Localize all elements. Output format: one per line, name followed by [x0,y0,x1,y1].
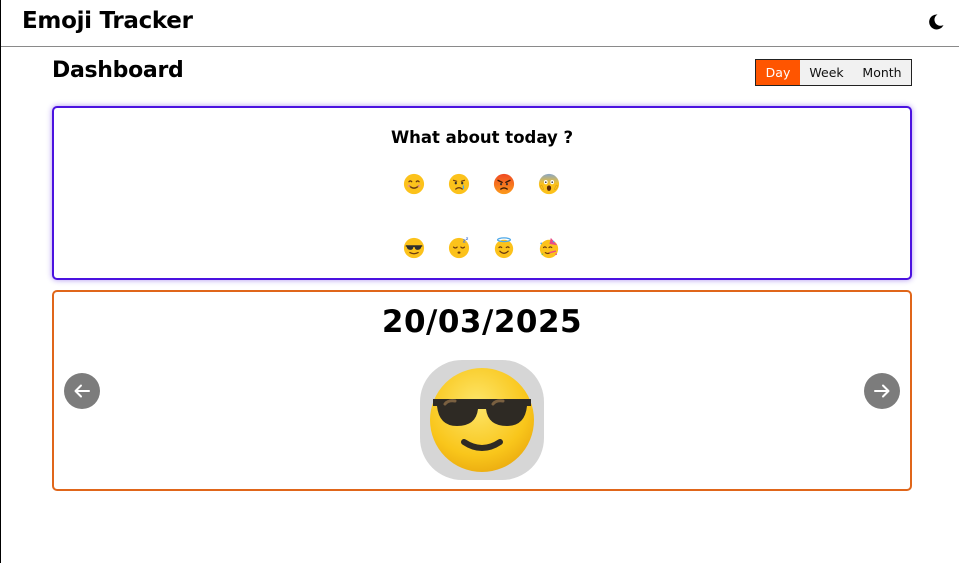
angry-face-icon [493,173,515,195]
svg-text:z: z [466,237,469,241]
sunglasses-face-icon [430,368,534,472]
period-day-button[interactable]: Day [756,60,800,85]
halo-face-icon [494,237,514,259]
emoji-grid: z z [399,165,579,275]
emoji-option-party[interactable] [534,233,564,263]
mood-picker-card: What about today ? z z [52,106,912,280]
party-face-icon [539,237,559,259]
app-root: Emoji Tracker Dashboard Day Week Month W… [0,0,959,563]
period-switcher: Day Week Month [755,59,912,86]
smiling-face-icon [403,173,425,195]
page-title: Dashboard [52,58,184,83]
emoji-option-angry[interactable] [489,169,519,199]
day-date: 20/03/2025 [381,304,583,340]
day-view-card: 20/03/2025 [52,290,912,491]
sunglasses-face-icon [403,237,425,259]
period-week-button[interactable]: Week [800,60,853,85]
sleeping-face-icon: z z [448,237,470,259]
arrow-left-icon [74,384,90,398]
previous-day-button[interactable] [64,373,100,409]
app-title: Emoji Tracker [22,8,193,34]
emoji-option-smiling[interactable] [399,169,429,199]
crying-face-icon [448,173,470,195]
next-day-button[interactable] [864,373,900,409]
arrow-right-icon [874,384,890,398]
moon-icon[interactable] [927,13,945,31]
top-bar: Emoji Tracker [1,0,959,47]
period-month-button[interactable]: Month [853,60,911,85]
emoji-option-sleeping[interactable]: z z [444,233,474,263]
mood-question: What about today ? [390,128,574,147]
emoji-option-screaming[interactable] [534,169,564,199]
emoji-option-crying[interactable] [444,169,474,199]
emoji-option-halo[interactable] [489,233,519,263]
emoji-option-sunglasses[interactable] [399,233,429,263]
selected-emoji-frame [420,360,544,480]
screaming-face-icon [538,173,560,195]
